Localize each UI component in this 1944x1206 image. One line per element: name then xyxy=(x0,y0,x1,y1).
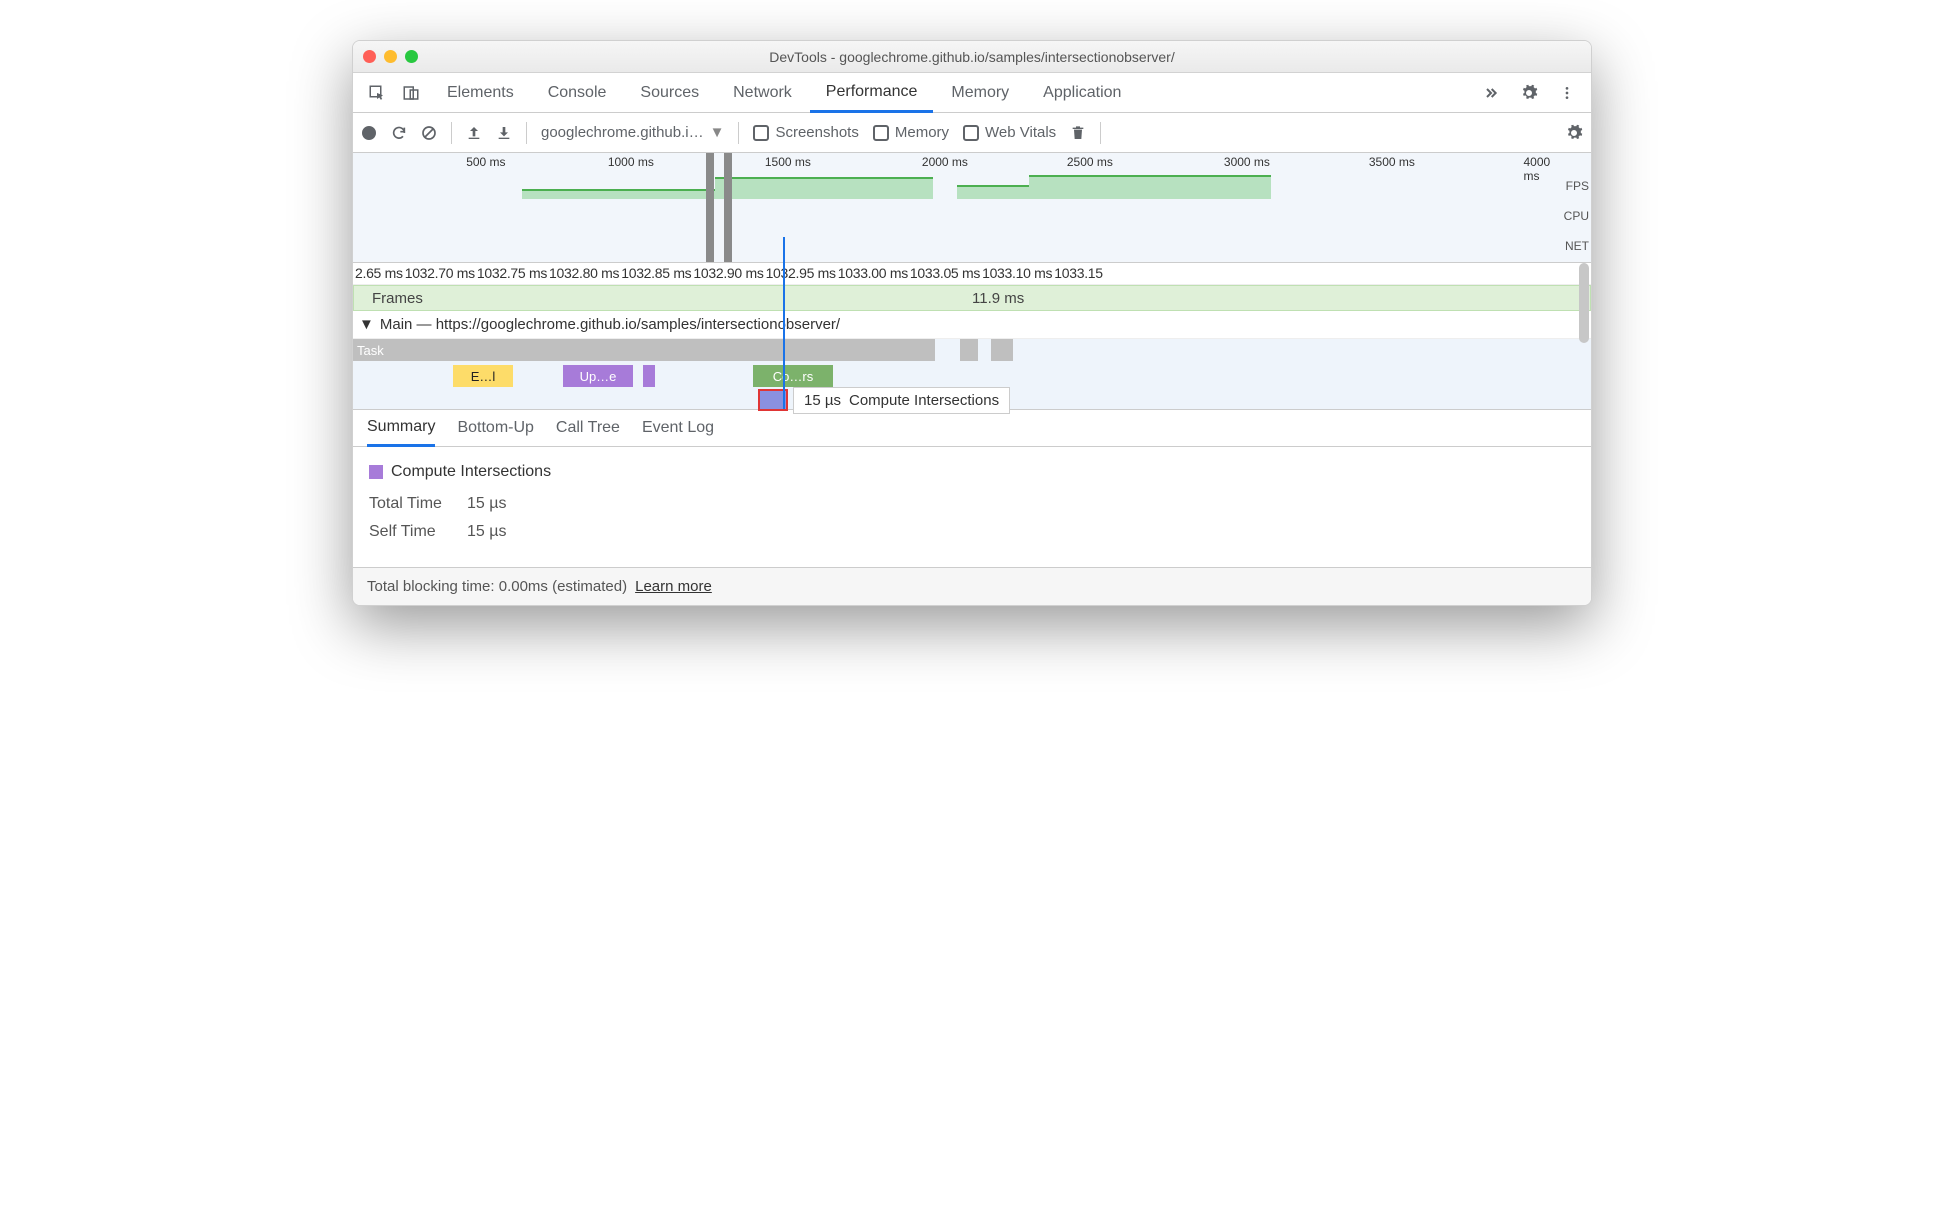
tab-network[interactable]: Network xyxy=(717,73,808,112)
frame-duration: 11.9 ms xyxy=(972,290,1024,307)
flame-chart[interactable]: Frames 11.9 ms ▼ Main — https://googlech… xyxy=(353,285,1591,409)
self-time-value: 15 µs xyxy=(467,523,506,541)
tab-call-tree[interactable]: Call Tree xyxy=(556,410,620,446)
event-bar[interactable]: Co…rs xyxy=(753,365,833,387)
memory-checkbox[interactable]: Memory xyxy=(873,124,949,141)
tab-console[interactable]: Console xyxy=(532,73,623,112)
self-time-label: Self Time xyxy=(369,523,449,541)
frames-label: Frames xyxy=(354,290,972,307)
overview-lane-labels: FPS CPU NET xyxy=(1564,171,1589,261)
overview-ticks: 500 ms 1000 ms 1500 ms 2000 ms 2500 ms 3… xyxy=(353,153,1561,171)
divider xyxy=(738,122,739,144)
tab-sources[interactable]: Sources xyxy=(624,73,715,112)
detail-ruler[interactable]: 2.65 ms1032.70 ms1032.75 ms1032.80 ms103… xyxy=(353,263,1591,285)
tab-elements[interactable]: Elements xyxy=(431,73,530,112)
divider xyxy=(526,122,527,144)
kebab-icon[interactable] xyxy=(1551,77,1583,109)
scrollbar[interactable] xyxy=(1579,263,1589,343)
divider xyxy=(451,122,452,144)
tab-performance[interactable]: Performance xyxy=(810,74,934,113)
record-button[interactable] xyxy=(361,125,377,141)
expand-icon[interactable]: ▼ xyxy=(359,316,374,333)
devtools-window: DevTools - googlechrome.github.io/sample… xyxy=(352,40,1592,606)
detail-tabs: Summary Bottom-Up Call Tree Event Log xyxy=(353,409,1591,447)
window-title: DevTools - googlechrome.github.io/sample… xyxy=(353,49,1591,65)
download-button[interactable] xyxy=(496,125,512,141)
total-time-label: Total Time xyxy=(369,495,449,513)
cpu-chart xyxy=(353,199,1561,239)
task-bar[interactable]: Task xyxy=(353,339,935,361)
event-bar[interactable] xyxy=(643,365,655,387)
more-tabs-icon[interactable] xyxy=(1475,77,1507,109)
event-bar[interactable]: E…l xyxy=(453,365,513,387)
tab-bottom-up[interactable]: Bottom-Up xyxy=(457,410,533,446)
device-toggle-icon[interactable] xyxy=(395,77,427,109)
capture-settings-icon[interactable] xyxy=(1565,124,1583,142)
learn-more-link[interactable]: Learn more xyxy=(635,578,712,595)
fps-chart xyxy=(353,171,1561,199)
tab-summary[interactable]: Summary xyxy=(367,411,435,447)
settings-icon[interactable] xyxy=(1513,77,1545,109)
webvitals-checkbox[interactable]: Web Vitals xyxy=(963,124,1056,141)
summary-title: Compute Intersections xyxy=(391,463,551,481)
playhead[interactable] xyxy=(783,237,785,409)
tab-application[interactable]: Application xyxy=(1027,73,1137,112)
panel-tabs: Elements Console Sources Network Perform… xyxy=(353,73,1591,113)
maximize-icon[interactable] xyxy=(405,50,418,63)
close-icon[interactable] xyxy=(363,50,376,63)
divider xyxy=(1100,122,1101,144)
tooltip: 15 µs Compute Intersections xyxy=(793,387,1010,414)
task-bar[interactable] xyxy=(991,339,1013,361)
overview-handle-right[interactable] xyxy=(724,153,732,262)
task-bar[interactable] xyxy=(960,339,978,361)
tab-event-log[interactable]: Event Log xyxy=(642,410,714,446)
clear-button[interactable] xyxy=(421,125,437,141)
main-thread-header[interactable]: ▼ Main — https://googlechrome.github.io/… xyxy=(353,311,1591,339)
trash-button[interactable] xyxy=(1070,124,1086,142)
recording-select-label: googlechrome.github.i… xyxy=(541,124,704,141)
event-bar[interactable]: Up…e xyxy=(563,365,633,387)
reload-button[interactable] xyxy=(391,125,407,141)
overview-handle-left[interactable] xyxy=(706,153,714,262)
summary-panel: Compute Intersections Total Time 15 µs S… xyxy=(353,447,1591,567)
overview-timeline[interactable]: 500 ms 1000 ms 1500 ms 2000 ms 2500 ms 3… xyxy=(353,153,1591,263)
titlebar[interactable]: DevTools - googlechrome.github.io/sample… xyxy=(353,41,1591,73)
screenshots-checkbox[interactable]: Screenshots xyxy=(753,124,858,141)
minimize-icon[interactable] xyxy=(384,50,397,63)
traffic-lights xyxy=(363,50,418,63)
frames-track[interactable]: Frames 11.9 ms xyxy=(353,285,1591,311)
tooltip-name: Compute Intersections xyxy=(849,392,999,409)
tooltip-time: 15 µs xyxy=(804,392,841,409)
total-time-value: 15 µs xyxy=(467,495,506,513)
flame-rows[interactable]: Task E…l Up…e Co…rs 15 µs Compute Inters… xyxy=(353,339,1591,409)
inspect-icon[interactable] xyxy=(361,77,393,109)
tab-memory[interactable]: Memory xyxy=(935,73,1025,112)
blocking-time-footer: Total blocking time: 0.00ms (estimated) … xyxy=(353,567,1591,605)
category-swatch-icon xyxy=(369,465,383,479)
main-thread-label: Main — https://googlechrome.github.io/sa… xyxy=(380,316,840,333)
performance-toolbar: googlechrome.github.i… ▼ Screenshots Mem… xyxy=(353,113,1591,153)
recording-select[interactable]: googlechrome.github.i… ▼ xyxy=(541,124,724,141)
net-chart xyxy=(353,239,1561,259)
blocking-time-text: Total blocking time: 0.00ms (estimated) xyxy=(367,578,627,595)
upload-button[interactable] xyxy=(466,125,482,141)
